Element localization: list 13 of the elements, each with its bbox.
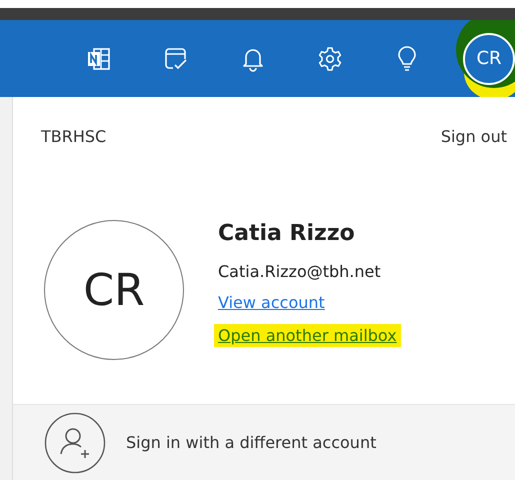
profile-avatar: CR (44, 220, 184, 360)
sign-out-link[interactable]: Sign out (440, 127, 507, 146)
settings-icon[interactable] (317, 46, 343, 72)
add-person-icon (44, 412, 106, 474)
sign-in-different-account: Sign in with a different account (126, 433, 376, 452)
organization-name: TBRHSC (41, 127, 106, 146)
other-account-row[interactable]: Sign in with a different account (13, 404, 515, 480)
calendar-check-icon[interactable] (163, 46, 189, 72)
user-email: Catia.Rizzo@tbh.net (218, 262, 382, 281)
account-link[interactable]: View account (218, 293, 325, 312)
user-name: Catia Rizzo (218, 221, 356, 246)
account-link[interactable]: Open another mailbox (214, 324, 401, 347)
notebook-icon[interactable] (86, 46, 112, 72)
